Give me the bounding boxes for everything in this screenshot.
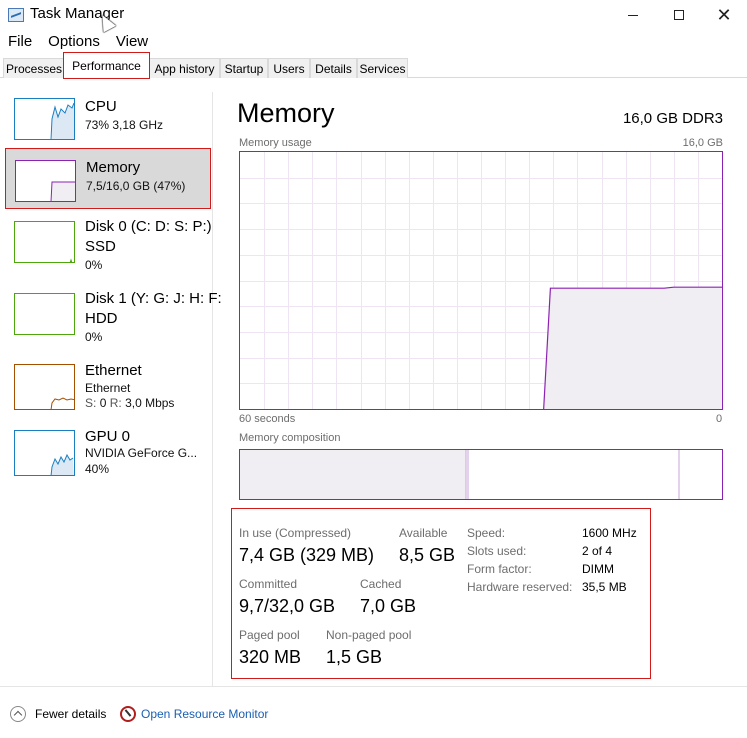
minimize-icon [628,14,638,16]
sidebar-item-type: HDD [85,310,118,327]
slots-label: Slots used: [467,544,527,558]
task-manager-icon [8,8,24,22]
resource-monitor-icon[interactable] [120,706,136,722]
speed-value: 1600 MHz [582,526,637,540]
sidebar-item-usage: 40% [85,462,110,476]
ethernet-thumbnail [14,364,75,410]
sidebar-item-subtitle: 73% 3,18 GHz [85,118,164,132]
in-use-value: 7,4 GB (329 MB) [239,545,375,565]
hardware-reserved-value: 35,5 MB [582,580,627,594]
sidebar-item-title: Memory [86,159,141,176]
cpu-thumbnail [14,98,75,140]
page-title: Memory [237,98,335,128]
slots-value: 2 of 4 [582,544,613,558]
sidebar-item-disk-0[interactable]: Disk 0 (C: D: S: P:) SSD 0% [0,212,212,282]
sidebar-item-title: Ethernet [85,362,142,379]
hardware-reserved-label: Hardware reserved: [467,580,573,594]
tab-services[interactable]: Services [357,58,408,78]
tab-app-history[interactable]: App history [149,58,220,78]
in-use-label: In use (Compressed) [239,526,352,540]
sidebar-item-gpu-0[interactable]: GPU 0 NVIDIA GeForce G... 40% [0,424,212,484]
menu-file[interactable]: File [0,31,40,53]
tab-performance[interactable]: Performance [63,52,150,79]
minimize-button[interactable] [610,0,656,30]
memory-composition-bar [239,449,723,500]
tab-users[interactable]: Users [268,58,310,78]
close-icon: ✕ [716,4,732,26]
speed-label: Speed: [467,526,506,540]
paged-pool-label: Paged pool [239,628,300,642]
memory-thumbnail [15,160,76,202]
maximize-icon [674,10,684,20]
sidebar-item-subtitle: 0% [85,258,103,272]
footer: Fewer details Open Resource Monitor [0,686,747,738]
tab-bar: Processes Performance App history Startu… [0,52,747,79]
fewer-details-button[interactable]: Fewer details [35,707,106,721]
available-value: 8,5 GB [399,545,456,565]
receive-value: 3,0 Mbps [125,396,175,410]
gpu-thumbnail [14,430,75,476]
sidebar-item-subtitle: 7,5/16,0 GB (47%) [86,179,186,193]
receive-label: R: [109,396,122,410]
chevron-up-icon[interactable] [10,706,26,722]
send-label: S: [85,396,97,410]
nonpaged-pool-label: Non-paged pool [326,628,412,642]
maximize-button[interactable] [656,0,702,30]
composition-label: Memory composition [239,432,341,444]
disk-0-thumbnail [14,221,75,263]
time-left-label: 60 seconds [239,413,296,425]
usage-area [543,287,722,409]
sidebar-item-subtitle: NVIDIA GeForce G... [85,446,198,460]
sidebar-item-title: Disk 1 (Y: G: J: H: F: [85,290,222,307]
memory-spec: 16,0 GB DDR3 [622,110,723,127]
sidebar-item-disk-1[interactable]: Disk 1 (Y: G: J: H: F: HDD 0% [0,284,222,354]
tab-processes[interactable]: Processes [3,58,65,78]
sidebar-item-memory[interactable]: Memory 7,5/16,0 GB (47%) [5,148,211,209]
menu-bar: File Options View [0,31,156,53]
memory-usage-graph [239,151,723,410]
disk-1-thumbnail [14,293,75,335]
committed-label: Committed [239,577,298,591]
menu-options[interactable]: Options [40,31,108,53]
memory-stats-panel: In use (Compressed) 7,4 GB (329 MB) Avai… [231,508,651,679]
usage-max-label: 16,0 GB [682,137,723,149]
nonpaged-pool-value: 1,5 GB [326,647,383,667]
sidebar-item-title: Disk 0 (C: D: S: P:) [85,218,212,235]
sidebar-item-subtitle: Ethernet [85,381,131,395]
performance-sidebar: CPU 73% 3,18 GHz Memory 7,5/16,0 GB (47%… [0,92,222,686]
sidebar-item-title: GPU 0 [85,428,131,445]
tab-startup[interactable]: Startup [220,58,268,78]
sidebar-item-type: SSD [85,238,116,255]
open-resource-monitor-link[interactable]: Open Resource Monitor [141,707,268,721]
sidebar-item-subtitle: 0% [85,330,103,344]
sidebar-item-throughput: S: 0 R: 3,0 Mbps [85,396,174,410]
close-button[interactable]: ✕ [701,0,747,30]
form-factor-value: DIMM [582,562,614,576]
paged-pool-value: 320 MB [239,647,302,667]
cached-value: 7,0 GB [360,596,417,616]
sidebar-item-cpu[interactable]: CPU 73% 3,18 GHz [0,92,212,148]
send-value: 0 [99,396,107,410]
sidebar-item-ethernet[interactable]: Ethernet Ethernet S: 0 R: 3,0 Mbps [0,356,212,420]
tab-details[interactable]: Details [310,58,357,78]
time-right-label: 0 [716,413,723,425]
sidebar-item-title: CPU [85,98,117,115]
available-label: Available [399,526,448,540]
form-factor-label: Form factor: [467,562,532,576]
cached-label: Cached [360,577,402,591]
usage-label: Memory usage [239,137,312,149]
committed-value: 9,7/32,0 GB [239,596,336,616]
menu-view[interactable]: View [108,31,156,53]
